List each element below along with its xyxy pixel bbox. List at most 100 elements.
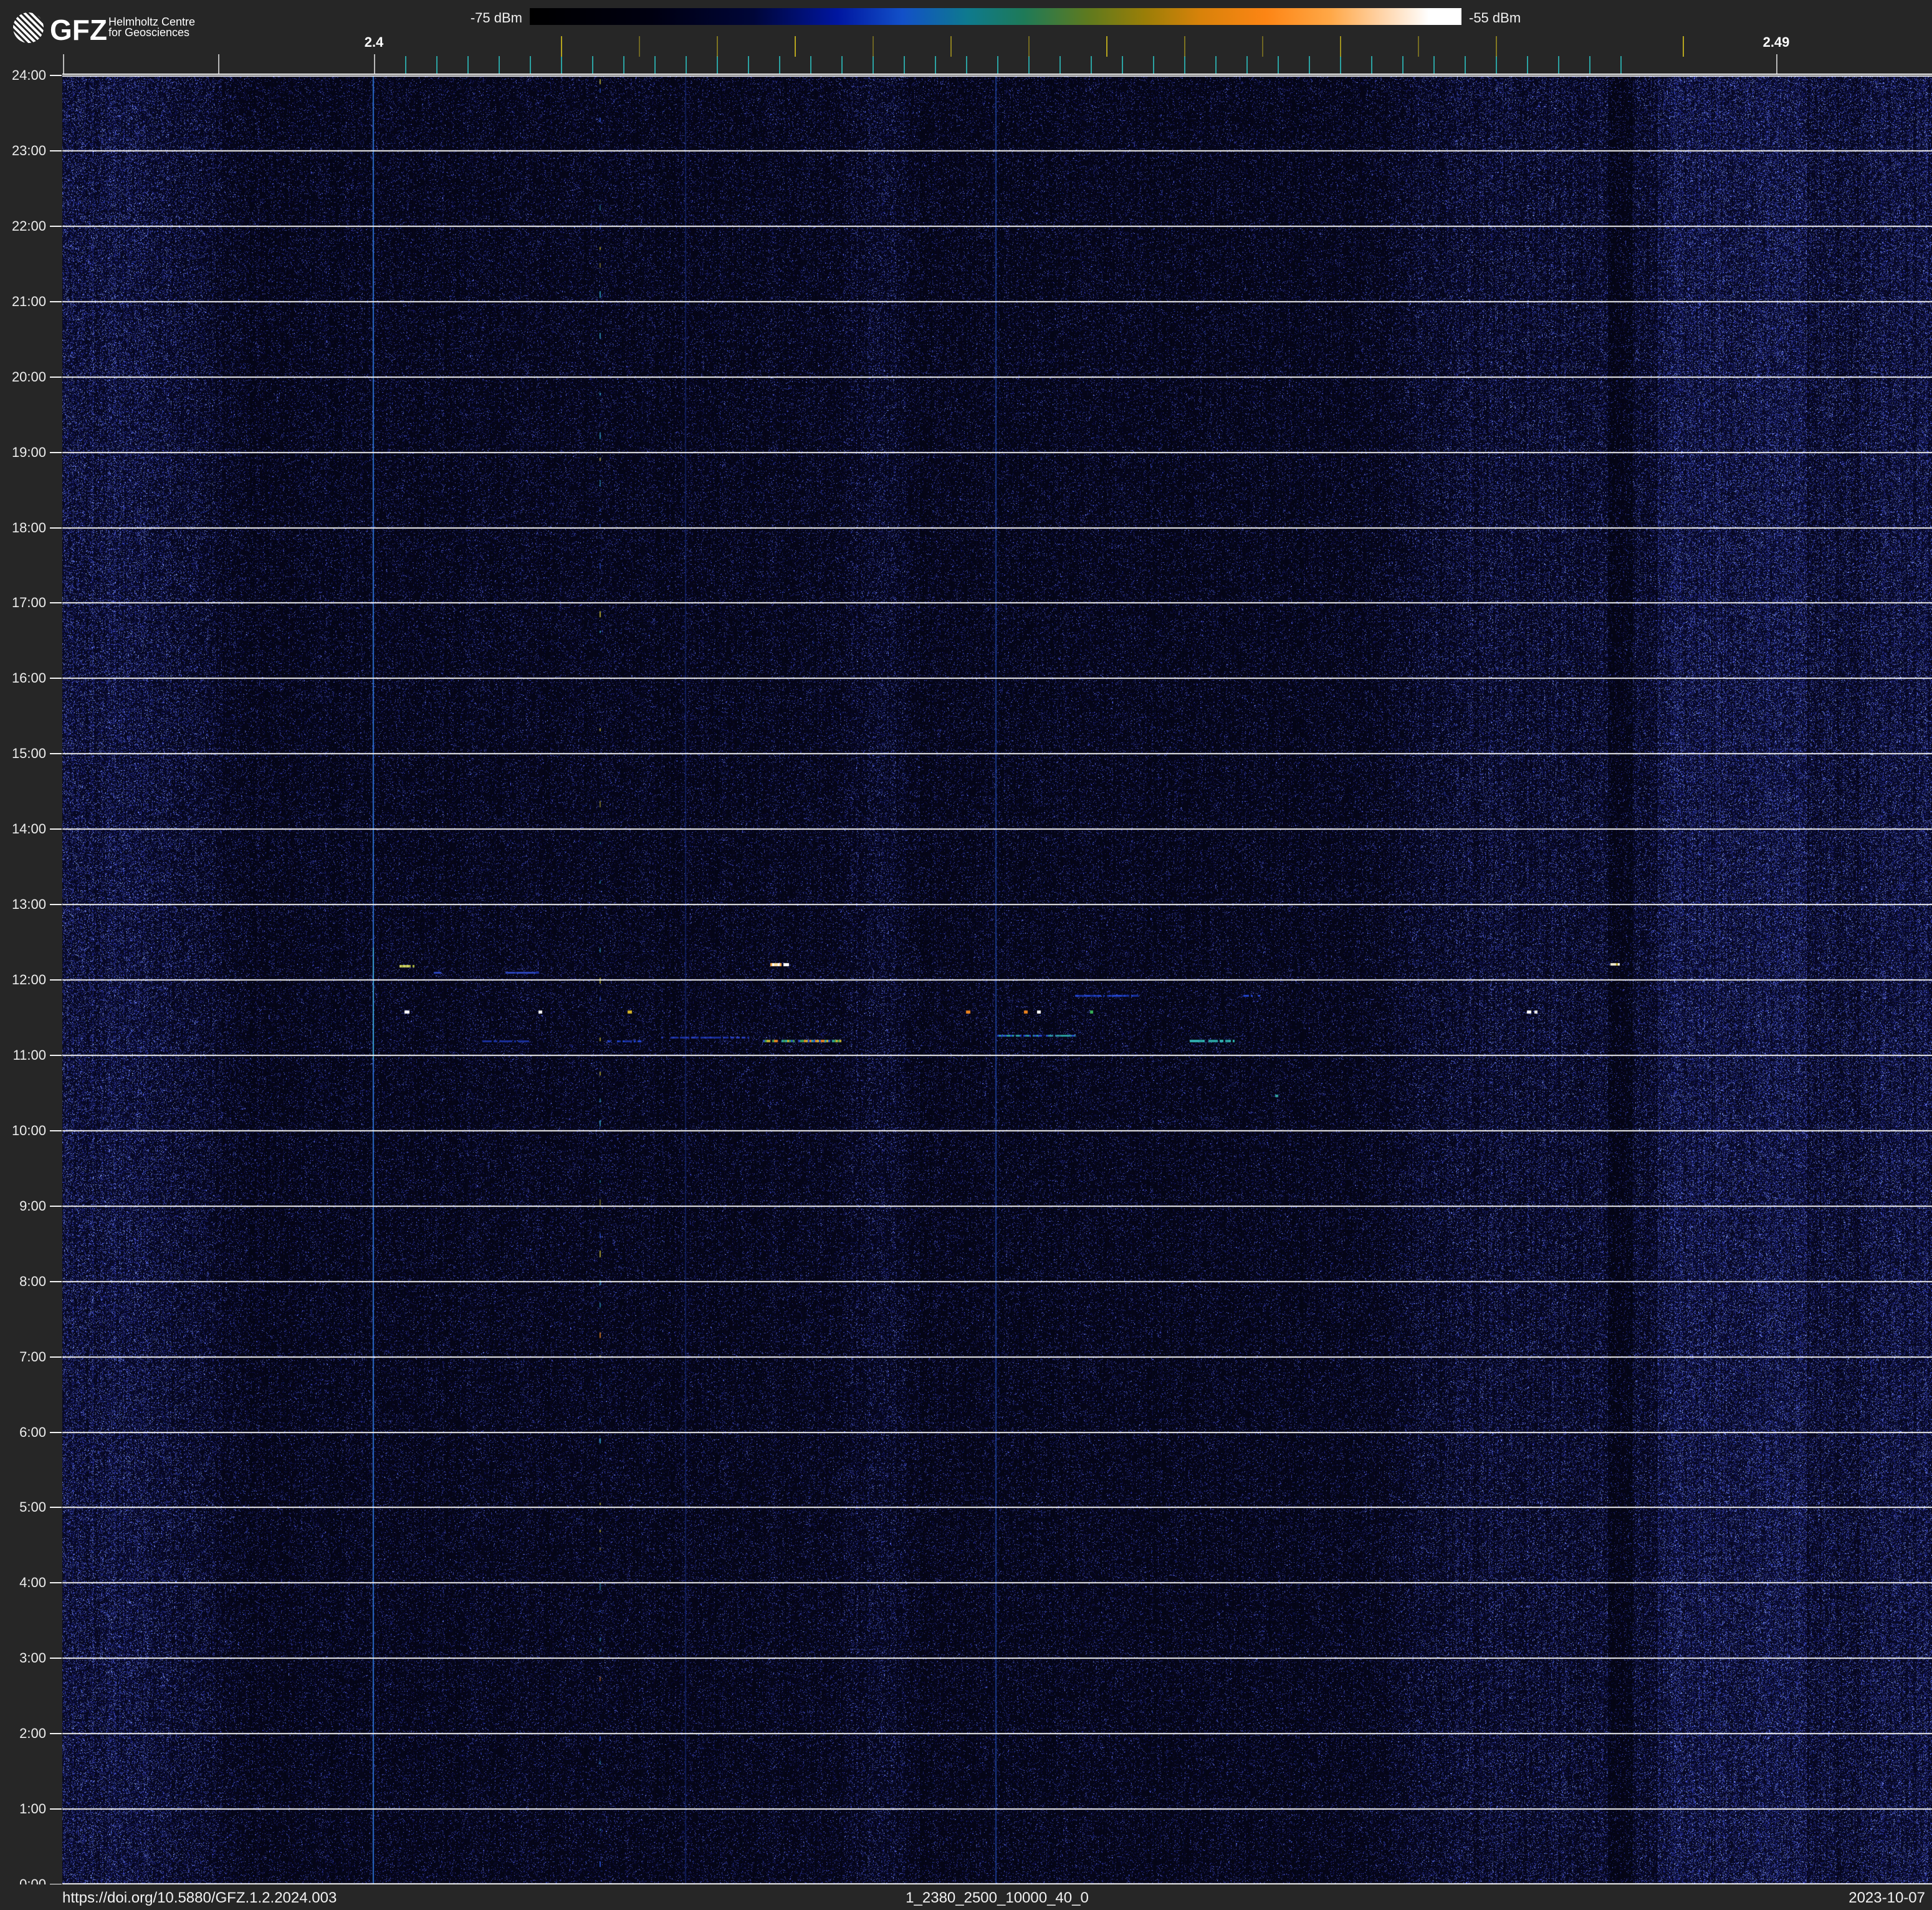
freq-peak-tick-yellow [1340,36,1341,57]
freq-minor-tick-teal [1589,56,1590,74]
time-axis-tick [50,1055,62,1056]
freq-minor-tick-teal [467,56,469,74]
time-axis-label: 3:00 [0,1650,46,1666]
freq-minor-tick-teal [530,56,531,74]
doi-text: https://doi.org/10.5880/GFZ.1.2.2024.003 [62,1889,337,1907]
time-axis-tick [50,1733,62,1734]
freq-major-tick [1776,54,1777,74]
time-axis-label: 11:00 [0,1047,46,1063]
time-axis-tick [50,150,62,151]
freq-minor-tick-teal [966,56,967,74]
time-axis-label: 23:00 [0,143,46,159]
freq-minor-tick-teal [748,56,749,74]
time-axis-label: 20:00 [0,369,46,385]
time-axis-label: 10:00 [0,1123,46,1139]
freq-minor-tick-teal [686,56,687,74]
time-axis-label: 24:00 [0,67,46,84]
colorbar-max-label: -55 dBm [1469,10,1594,26]
time-axis-tick [50,1130,62,1131]
freq-minor-tick-teal [1402,56,1404,74]
freq-minor-tick-teal [592,56,593,74]
freq-peak-tick-yellow [1028,36,1030,57]
freq-minor-tick-teal [873,56,874,74]
freq-minor-tick-teal [779,56,780,74]
time-axis-tick [50,377,62,378]
time-axis-label: 9:00 [0,1198,46,1214]
freq-major-tick [218,54,219,74]
frequency-axis-baseline [62,74,1932,75]
freq-peak-tick-yellow [1496,36,1497,57]
time-axis-tick [50,1582,62,1583]
time-axis-tick [50,1432,62,1433]
time-axis-tick [50,1356,62,1358]
colorbar-min-label: -75 dBm [430,10,522,26]
freq-peak-tick-yellow [717,36,718,57]
time-axis-tick [50,979,62,981]
freq-peak-tick-yellow [1418,36,1419,57]
freq-minor-tick-teal [1620,56,1622,74]
time-axis-tick [50,75,62,76]
freq-peak-tick-yellow [873,36,874,57]
freq-minor-tick-teal [1371,56,1372,74]
spectrogram-canvas [62,75,1932,1884]
time-axis-label: 12:00 [0,972,46,988]
freq-axis-label: 2.4 [346,34,402,50]
freq-minor-tick-teal [1028,56,1030,74]
spectrogram-page: { "header": { "logo": { "acronym": "GFZ"… [0,0,1932,1910]
freq-minor-tick-teal [623,56,624,74]
time-axis-tick [50,828,62,830]
time-axis-label: 5:00 [0,1499,46,1515]
time-axis-tick [50,1507,62,1508]
time-axis-label: 13:00 [0,896,46,913]
freq-minor-tick-teal [436,56,438,74]
freq-minor-tick-teal [1059,56,1061,74]
time-axis-tick [50,678,62,679]
freq-peak-tick-yellow [639,36,640,57]
freq-peak-tick-yellow [561,36,562,57]
time-axis-label: 18:00 [0,520,46,536]
time-axis-label: 7:00 [0,1349,46,1365]
freq-major-tick [63,54,64,74]
freq-minor-tick-teal [1496,56,1497,74]
freq-minor-tick-teal [1433,56,1435,74]
time-axis-label: 14:00 [0,821,46,837]
freq-minor-tick-teal [717,56,718,74]
freq-peak-tick-yellow [1262,36,1263,57]
freq-peak-tick-yellow [1106,36,1107,57]
date-text: 2023-10-07 [1848,1889,1925,1907]
footer-bar: 1_2380_2500_10000_40_0 https://doi.org/1… [0,1884,1932,1910]
time-axis-tick [50,226,62,227]
freq-minor-tick-teal [405,56,406,74]
freq-minor-tick-teal [1527,56,1528,74]
time-axis-label: 6:00 [0,1424,46,1441]
freq-axis-label: 2.49 [1748,34,1804,50]
time-axis-label: 16:00 [0,670,46,686]
freq-minor-tick-teal [841,56,843,74]
time-axis-tick [50,301,62,302]
freq-minor-tick-teal [1340,56,1341,74]
time-axis-tick [50,452,62,453]
logo-institute-name: Helmholtz Centre for Geosciences [108,17,195,38]
time-axis-label: 21:00 [0,294,46,310]
freq-minor-tick-teal [1558,56,1559,74]
logo-acronym: GFZ [50,13,107,47]
freq-minor-tick-teal [499,56,500,74]
freq-minor-tick-teal [1309,56,1310,74]
time-axis-tick [50,1658,62,1659]
freq-minor-tick-teal [1278,56,1279,74]
time-axis-label: 2:00 [0,1725,46,1742]
gfz-logo-icon [13,12,44,43]
freq-minor-tick-teal [1153,56,1154,74]
time-axis-tick [50,753,62,754]
freq-peak-tick-yellow [1683,36,1684,57]
freq-peak-tick-yellow [1184,36,1185,57]
time-axis-label: 17:00 [0,595,46,611]
freq-minor-tick-teal [654,56,656,74]
colorbar-gradient [530,8,1461,25]
time-axis-tick [50,904,62,905]
time-axis-tick [50,1206,62,1207]
time-axis-label: 1:00 [0,1801,46,1817]
logo-name-line2: for Geosciences [108,27,195,38]
freq-peak-tick-yellow [950,36,952,57]
freq-minor-tick-teal [1215,56,1217,74]
